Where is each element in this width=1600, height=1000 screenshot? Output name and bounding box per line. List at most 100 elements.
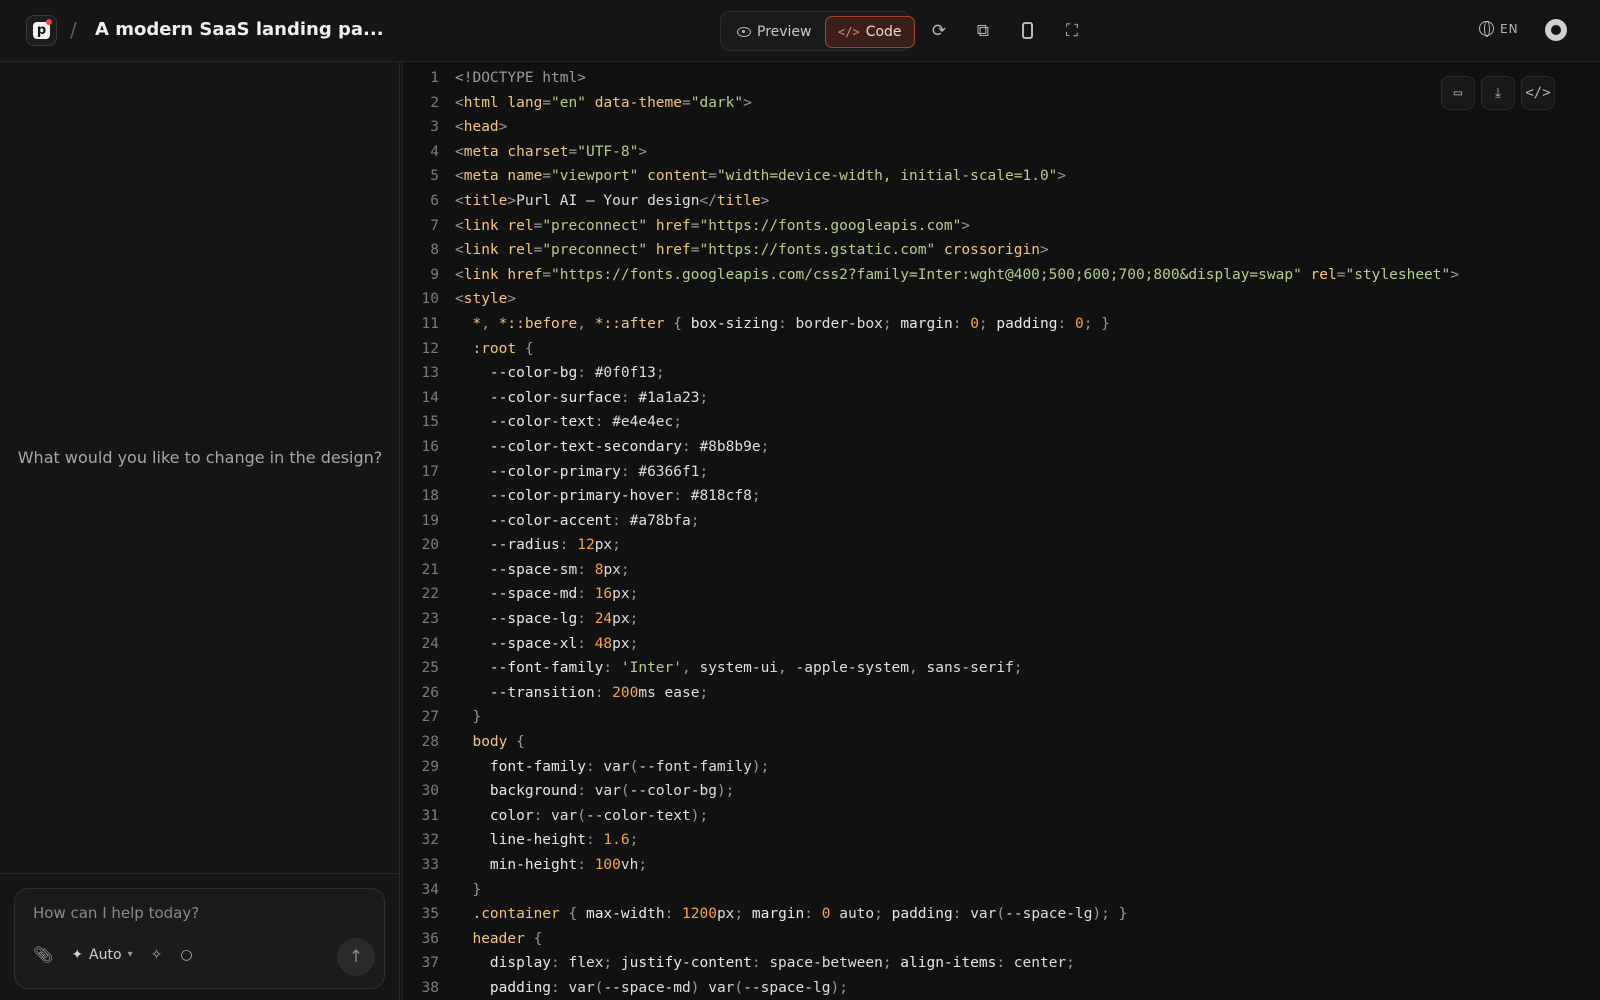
- lightbulb-icon[interactable]: ○: [180, 947, 192, 963]
- pointer-click-icon[interactable]: ✧: [151, 947, 163, 963]
- line-number: 36: [421, 930, 439, 947]
- code-token: space-between: [769, 955, 883, 972]
- code-token: =: [542, 168, 552, 185]
- code-token: <!DOCTYPE html>: [455, 70, 586, 86]
- code-token: --color-bg: [629, 783, 717, 800]
- code-token: 1200: [682, 906, 717, 923]
- tab-preview-label: Preview: [757, 24, 812, 40]
- line-text: body {: [455, 730, 524, 755]
- line-text: --color-accent: #a78bfa;: [455, 509, 700, 534]
- code-token: );: [716, 783, 735, 800]
- code-token: :: [551, 955, 569, 972]
- code-token: <: [455, 143, 464, 160]
- code-token: --transition: [489, 684, 595, 701]
- breadcrumb-separator: /: [70, 18, 77, 42]
- copy-button[interactable]: ▭: [1441, 76, 1475, 110]
- external-link-icon[interactable]: ⧉: [972, 20, 994, 42]
- code-token: --font-family: [638, 758, 752, 775]
- line-number: 34: [421, 881, 439, 898]
- code-token: :: [1057, 315, 1075, 332]
- line-text: color: var(--color-text);: [455, 804, 708, 829]
- github-icon[interactable]: [1545, 19, 1567, 41]
- code-token: rel: [507, 217, 534, 234]
- code-token: title: [716, 192, 761, 209]
- app-logo[interactable]: p: [26, 15, 57, 46]
- mobile-icon[interactable]: [1016, 20, 1038, 42]
- code-token: :: [577, 561, 595, 578]
- code-token: --radius: [489, 537, 560, 554]
- code-token: ;: [629, 635, 639, 652]
- line-number: 33: [421, 857, 439, 873]
- tab-code[interactable]: </> Code: [825, 16, 915, 48]
- code-token: <: [455, 119, 464, 136]
- code-line: 7 <link rel="preconnect" href="https://fo…: [403, 214, 1459, 239]
- code-token: --color-text: [585, 807, 691, 824]
- refresh-icon[interactable]: ⟳: [928, 20, 950, 42]
- tab-preview[interactable]: Preview: [725, 16, 824, 48]
- code-line: 9 <link href="https://fonts.googleapis.co…: [403, 263, 1459, 288]
- mode-select[interactable]: ✦ Auto ▾: [71, 947, 132, 963]
- paperclip-icon[interactable]: 📎︎: [33, 945, 53, 964]
- code-token: {: [524, 930, 543, 947]
- code-token: ;: [638, 857, 648, 873]
- code-token: *::before: [498, 315, 578, 332]
- code-token: #1a1a23: [638, 389, 700, 406]
- code-line: 18 --color-primary-hover: #818cf8;: [403, 484, 1459, 509]
- phone-shape: [1021, 22, 1033, 39]
- line-number: 29: [421, 758, 439, 775]
- code-actions: ▭ ⤓ </>: [1441, 76, 1555, 110]
- code-line: 27 }: [403, 705, 1459, 730]
- line-number: 28: [421, 734, 439, 751]
- code-token: ;: [699, 684, 709, 701]
- fullscreen-icon[interactable]: ⛶: [1061, 20, 1083, 42]
- line-text: --color-primary: #6366f1;: [455, 460, 708, 485]
- code-token: :: [551, 979, 569, 996]
- code-token: --font-family: [489, 660, 604, 677]
- code-token: >: [1450, 266, 1459, 283]
- code-token: "https://fonts.googleapis.com/css2?famil…: [551, 266, 1302, 283]
- download-button[interactable]: ⤓: [1481, 76, 1515, 110]
- send-button[interactable]: ↑: [337, 938, 375, 976]
- code-token: charset: [507, 143, 569, 160]
- code-token: --color-bg: [489, 365, 578, 382]
- embed-code-button[interactable]: </>: [1521, 76, 1555, 110]
- code-token: (: [734, 979, 744, 996]
- code-line: 38 padding: var(--space-md) var(--space-…: [403, 976, 1459, 1000]
- code-editor[interactable]: 1 <!DOCTYPE html> 2 <html lang="en" data-th…: [402, 62, 1600, 1000]
- line-number: 12: [421, 340, 439, 357]
- code-token: meta: [463, 168, 499, 185]
- clipboard-icon: ▭: [1453, 85, 1463, 101]
- project-title[interactable]: A modern SaaS landing pa...: [95, 19, 384, 40]
- line-number: 35: [421, 906, 439, 923]
- composer-toolbar: 📎︎ ✦ Auto ▾ ✧ ○: [33, 945, 193, 964]
- line-number: 25: [421, 660, 439, 677]
- line-number: 23: [421, 611, 439, 628]
- code-token: Purl AI — Your design: [516, 192, 700, 209]
- mode-label: Auto: [89, 946, 122, 963]
- top-bar: p / A modern SaaS landing pa... Preview …: [0, 0, 1600, 62]
- code-token: :: [804, 906, 822, 923]
- code-token: :: [603, 660, 621, 677]
- notification-dot: [46, 19, 52, 25]
- language-switcher[interactable]: EN: [1479, 21, 1519, 37]
- line-number: 9: [430, 266, 439, 283]
- code-token: #a78bfa: [629, 512, 691, 529]
- code-token: :: [585, 832, 604, 849]
- code-token: sans-serif: [926, 660, 1014, 677]
- code-token: ;: [874, 906, 892, 923]
- code-token: min-height: [489, 857, 578, 873]
- code-line: 26 --transition: 200ms ease;: [403, 681, 1459, 706]
- code-token: :: [577, 365, 595, 382]
- code-token: );: [690, 807, 709, 824]
- code-token: <: [455, 291, 464, 308]
- line-number: 18: [421, 488, 439, 505]
- code-token: 'Inter': [620, 660, 682, 677]
- line-number: 17: [421, 463, 439, 480]
- chat-input[interactable]: [33, 901, 363, 925]
- chevron-down-icon: ▾: [127, 949, 133, 960]
